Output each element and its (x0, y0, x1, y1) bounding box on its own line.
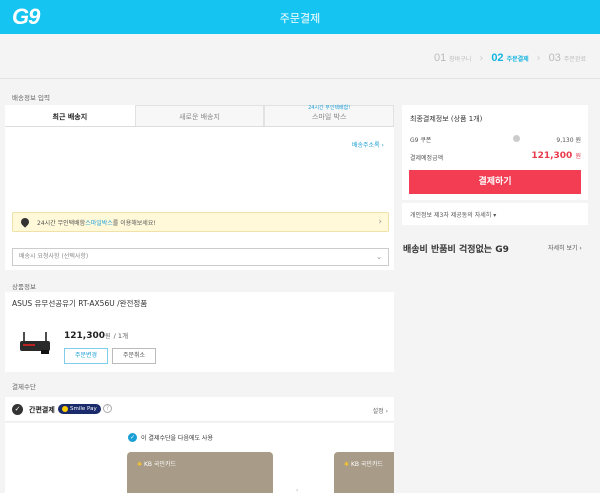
total-row: 결제예정금액 121,300 원 (410, 151, 581, 162)
header-bar: G9 주문결제 (0, 0, 600, 34)
payment-card[interactable]: ✱ KB 국민카드 (334, 452, 394, 493)
step-complete: 03 주문완료 (549, 52, 586, 64)
kb-logo-icon: ✱ (137, 461, 143, 468)
step-checkout: 02 주문결제 (491, 52, 528, 64)
product-section-title: 상품정보 (12, 283, 36, 291)
info-icon[interactable] (513, 135, 520, 142)
product-name[interactable]: ASUS 유무선공유기 RT-AX56U /완전정품 (12, 298, 147, 309)
router-product-image (20, 332, 50, 354)
step-number: 01 (433, 52, 447, 64)
privacy-consent-link[interactable]: 개인정보 제3자 제공동의 자세히 ▾ (410, 210, 496, 219)
smile-pay-label: Smile Pay (70, 406, 97, 412)
promo-text: 배송비 반품비 걱정없는 G9 (403, 245, 509, 255)
check-icon: ✓ (128, 433, 137, 442)
summary-title: 최종결제정보 (상품 1개) (410, 115, 483, 123)
use-next-label: 이 결제수단을 다음에도 사용 (141, 435, 213, 442)
easypay-label: 간편결제 (29, 406, 55, 414)
banner-text-pre: 24시간 무인택배함 (37, 219, 86, 227)
price-unit: 원 (105, 333, 111, 340)
delivery-request-select[interactable]: 배송시 요청사항 (선택사항) ⌄ (12, 248, 389, 266)
smile-box-banner[interactable]: 24시간 무인택배함 스마일박스 를 이용해보세요! › (12, 212, 389, 232)
tab-recent-address[interactable]: 최근 배송지 (5, 105, 135, 126)
product-quantity: / 1개 (113, 332, 129, 340)
tab-label: 최근 배송지 (52, 113, 88, 121)
coupon-label: G9 쿠폰 (410, 137, 432, 144)
payment-section-title: 결제수단 (12, 383, 36, 391)
banner-text-post: 를 이용해보세요! (112, 219, 156, 227)
tab-smile-box[interactable]: 24시간 무인택배함! 스마일 박스 (264, 105, 395, 126)
chevron-right-icon: › (479, 53, 484, 64)
page-title: 주문결제 (279, 12, 321, 25)
total-amount: 121,300 (531, 151, 573, 161)
total-label: 결제예정금액 (410, 155, 444, 162)
divider (0, 78, 600, 79)
order-steps: 01 장바구니 › 02 주문결제 › 03 주문완료 (434, 52, 586, 64)
address-book-link[interactable]: 배송주소록 › (352, 140, 384, 149)
card-name: KB 국민카드 (143, 461, 176, 468)
pay-button[interactable]: 결제하기 (409, 170, 581, 194)
card-label: ✱ KB 국민카드 (344, 459, 383, 468)
check-icon: ✓ (12, 404, 23, 415)
banner-smile-box-link[interactable]: 스마일박스 (85, 218, 113, 227)
select-placeholder: 배송시 요청사항 (선택사항) (19, 253, 89, 260)
step-label: 주문결제 (506, 56, 529, 63)
order-change-button[interactable]: 주문변경 (64, 348, 108, 364)
smile-icon (62, 405, 68, 412)
tab-badge: 24시간 무인택배함! (308, 105, 351, 111)
chevron-down-icon: ⌄ (376, 253, 382, 261)
help-icon[interactable]: ? (103, 404, 112, 413)
step-label: 장바구니 (449, 56, 472, 63)
card-label: ✱ KB 국민카드 (137, 459, 176, 468)
shipping-panel (5, 105, 394, 270)
coupon-value: 9,130 원 (556, 137, 581, 144)
promo-detail-link[interactable]: 자세히 보기 › (548, 243, 582, 252)
kb-logo-icon: ✱ (344, 461, 350, 468)
tab-new-address[interactable]: 새로운 배송지 (134, 105, 265, 126)
price-value: 121,300 (64, 331, 105, 341)
shipping-tabs: 최근 배송지 새로운 배송지 24시간 무인택배함! 스마일 박스 (5, 105, 395, 127)
order-cancel-button[interactable]: 주문취소 (112, 348, 156, 364)
carousel-arrow-icon[interactable]: › (296, 487, 298, 493)
chevron-right-icon: › (536, 53, 541, 64)
coupon-row: G9 쿠폰 9,130 원 (410, 135, 581, 144)
location-pin-icon (19, 216, 31, 228)
step-number: 02 (491, 52, 504, 64)
step-number: 03 (548, 52, 561, 64)
tab-label: 새로운 배송지 (179, 113, 220, 121)
shipping-section-title: 배송정보 입력 (12, 94, 50, 102)
step-cart: 01 장바구니 (434, 52, 471, 64)
product-price: 121,300원 / 1개 (64, 330, 128, 341)
total-value: 121,300 원 (531, 151, 581, 161)
payment-settings-link[interactable]: 설정 › (373, 406, 388, 415)
total-unit: 원 (575, 153, 581, 160)
payment-card[interactable]: ✱ KB 국민카드 (127, 452, 273, 493)
easypay-row[interactable]: ✓ 간편결제 Smile Pay ? 설정 › (5, 397, 394, 422)
use-next-time-checkbox[interactable]: ✓ 이 결제수단을 다음에도 사용 (128, 433, 213, 442)
chevron-right-icon: › (378, 217, 382, 227)
card-name: KB 국민카드 (350, 461, 383, 468)
step-label: 주문완료 (563, 56, 586, 63)
smile-pay-badge: Smile Pay (58, 404, 101, 414)
